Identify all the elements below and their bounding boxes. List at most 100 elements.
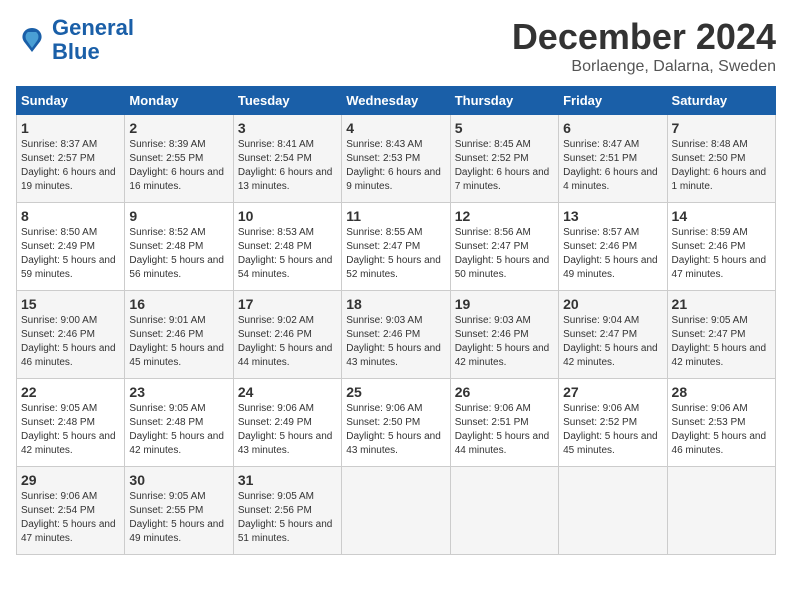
calendar-day-cell: 15 Sunrise: 9:00 AMSunset: 2:46 PMDayligh… — [17, 291, 125, 379]
day-number: 3 — [238, 120, 337, 136]
day-number: 30 — [129, 472, 228, 488]
title-block: December 2024 Borlaenge, Dalarna, Sweden — [512, 16, 776, 76]
calendar-week-row: 1 Sunrise: 8:37 AMSunset: 2:57 PMDaylight… — [17, 115, 776, 203]
day-number: 5 — [455, 120, 554, 136]
day-info: Sunrise: 8:37 AMSunset: 2:57 PMDaylight:… — [21, 138, 120, 194]
calendar-day-cell: 13 Sunrise: 8:57 AMSunset: 2:46 PMDayligh… — [559, 203, 667, 291]
day-number: 13 — [563, 208, 662, 224]
calendar-week-row: 15 Sunrise: 9:00 AMSunset: 2:46 PMDayligh… — [17, 291, 776, 379]
day-number: 16 — [129, 296, 228, 312]
day-info: Sunrise: 8:56 AMSunset: 2:47 PMDaylight:… — [455, 226, 554, 282]
weekday-header: Wednesday — [342, 87, 450, 115]
day-info: Sunrise: 8:55 AMSunset: 2:47 PMDaylight:… — [346, 226, 445, 282]
calendar-day-cell: 11Sunrise: 8:55 AMSunset: 2:47 PMDayligh… — [342, 203, 450, 291]
calendar-day-cell: 9Sunrise: 8:52 AMSunset: 2:48 PMDaylight… — [125, 203, 233, 291]
location: Borlaenge, Dalarna, Sweden — [512, 58, 776, 76]
day-number: 26 — [455, 384, 554, 400]
day-info: Sunrise: 9:06 AMSunset: 2:50 PMDaylight:… — [346, 402, 445, 458]
day-number: 28 — [672, 384, 771, 400]
day-number: 31 — [238, 472, 337, 488]
day-number: 22 — [21, 384, 120, 400]
calendar-day-cell: 20Sunrise: 9:04 AMSunset: 2:47 PMDayligh… — [559, 291, 667, 379]
calendar-day-cell: 19 Sunrise: 9:03 AMSunset: 2:46 PMDayligh… — [450, 291, 558, 379]
calendar-day-cell: 4 Sunrise: 8:43 AMSunset: 2:53 PMDaylight… — [342, 115, 450, 203]
page-header: General Blue December 2024 Borlaenge, Da… — [16, 16, 776, 76]
day-info: Sunrise: 9:06 AMSunset: 2:53 PMDaylight:… — [672, 402, 771, 458]
day-info: Sunrise: 8:43 AMSunset: 2:53 PMDaylight:… — [346, 138, 445, 194]
calendar-day-cell — [667, 467, 775, 555]
day-info: Sunrise: 8:47 AMSunset: 2:51 PMDaylight:… — [563, 138, 662, 194]
calendar-day-cell: 25 Sunrise: 9:06 AMSunset: 2:50 PMDayligh… — [342, 379, 450, 467]
day-info: Sunrise: 9:01 AMSunset: 2:46 PMDaylight:… — [129, 314, 228, 370]
day-info: Sunrise: 8:50 AMSunset: 2:49 PMDaylight:… — [21, 226, 120, 282]
calendar-day-cell: 10Sunrise: 8:53 AMSunset: 2:48 PMDayligh… — [233, 203, 341, 291]
calendar-table: SundayMondayTuesdayWednesdayThursdayFrid… — [16, 86, 776, 555]
day-info: Sunrise: 8:52 AMSunset: 2:48 PMDaylight:… — [129, 226, 228, 282]
calendar-day-cell: 18Sunrise: 9:03 AMSunset: 2:46 PMDayligh… — [342, 291, 450, 379]
calendar-day-cell: 27 Sunrise: 9:06 AMSunset: 2:52 PMDayligh… — [559, 379, 667, 467]
logo: General Blue — [16, 16, 134, 64]
calendar-day-cell: 23 Sunrise: 9:05 AMSunset: 2:48 PMDayligh… — [125, 379, 233, 467]
calendar-day-cell: 12 Sunrise: 8:56 AMSunset: 2:47 PMDayligh… — [450, 203, 558, 291]
calendar-week-row: 8 Sunrise: 8:50 AMSunset: 2:49 PMDaylight… — [17, 203, 776, 291]
calendar-week-row: 22 Sunrise: 9:05 AMSunset: 2:48 PMDayligh… — [17, 379, 776, 467]
day-info: Sunrise: 9:03 AMSunset: 2:46 PMDaylight:… — [346, 314, 445, 370]
day-number: 7 — [672, 120, 771, 136]
day-number: 20 — [563, 296, 662, 312]
calendar-day-cell: 24 Sunrise: 9:06 AMSunset: 2:49 PMDayligh… — [233, 379, 341, 467]
day-number: 12 — [455, 208, 554, 224]
day-number: 27 — [563, 384, 662, 400]
calendar-day-cell: 7 Sunrise: 8:48 AMSunset: 2:50 PMDaylight… — [667, 115, 775, 203]
day-number: 4 — [346, 120, 445, 136]
day-number: 10 — [238, 208, 337, 224]
weekday-header: Sunday — [17, 87, 125, 115]
calendar-day-cell: 2Sunrise: 8:39 AMSunset: 2:55 PMDaylight… — [125, 115, 233, 203]
day-number: 25 — [346, 384, 445, 400]
day-info: Sunrise: 8:48 AMSunset: 2:50 PMDaylight:… — [672, 138, 771, 194]
calendar-day-cell: 16 Sunrise: 9:01 AMSunset: 2:46 PMDayligh… — [125, 291, 233, 379]
day-number: 17 — [238, 296, 337, 312]
calendar-day-cell: 22 Sunrise: 9:05 AMSunset: 2:48 PMDayligh… — [17, 379, 125, 467]
weekday-header: Tuesday — [233, 87, 341, 115]
calendar-day-cell — [342, 467, 450, 555]
day-number: 6 — [563, 120, 662, 136]
day-info: Sunrise: 8:41 AMSunset: 2:54 PMDaylight:… — [238, 138, 337, 194]
day-info: Sunrise: 9:03 AMSunset: 2:46 PMDaylight:… — [455, 314, 554, 370]
calendar-day-cell — [450, 467, 558, 555]
day-info: Sunrise: 9:05 AMSunset: 2:48 PMDaylight:… — [129, 402, 228, 458]
calendar-day-cell: 21Sunrise: 9:05 AMSunset: 2:47 PMDayligh… — [667, 291, 775, 379]
day-info: Sunrise: 9:06 AMSunset: 2:49 PMDaylight:… — [238, 402, 337, 458]
calendar-day-cell: 6 Sunrise: 8:47 AMSunset: 2:51 PMDaylight… — [559, 115, 667, 203]
day-number: 14 — [672, 208, 771, 224]
day-number: 15 — [21, 296, 120, 312]
weekday-header: Thursday — [450, 87, 558, 115]
day-info: Sunrise: 8:57 AMSunset: 2:46 PMDaylight:… — [563, 226, 662, 282]
day-number: 1 — [21, 120, 120, 136]
calendar-day-cell — [559, 467, 667, 555]
weekday-header-row: SundayMondayTuesdayWednesdayThursdayFrid… — [17, 87, 776, 115]
calendar-day-cell: 1 Sunrise: 8:37 AMSunset: 2:57 PMDaylight… — [17, 115, 125, 203]
calendar-day-cell: 26 Sunrise: 9:06 AMSunset: 2:51 PMDayligh… — [450, 379, 558, 467]
weekday-header: Monday — [125, 87, 233, 115]
day-info: Sunrise: 9:06 AMSunset: 2:51 PMDaylight:… — [455, 402, 554, 458]
day-info: Sunrise: 8:39 AMSunset: 2:55 PMDaylight:… — [129, 138, 228, 194]
day-number: 19 — [455, 296, 554, 312]
day-info: Sunrise: 9:05 AMSunset: 2:56 PMDaylight:… — [238, 490, 337, 546]
day-info: Sunrise: 9:06 AMSunset: 2:52 PMDaylight:… — [563, 402, 662, 458]
logo-icon — [16, 24, 48, 56]
day-number: 23 — [129, 384, 228, 400]
day-info: Sunrise: 9:00 AMSunset: 2:46 PMDaylight:… — [21, 314, 120, 370]
month-title: December 2024 — [512, 16, 776, 58]
logo-text: General Blue — [52, 16, 134, 64]
calendar-day-cell: 30 Sunrise: 9:05 AMSunset: 2:55 PMDayligh… — [125, 467, 233, 555]
day-info: Sunrise: 8:45 AMSunset: 2:52 PMDaylight:… — [455, 138, 554, 194]
day-info: Sunrise: 9:05 AMSunset: 2:55 PMDaylight:… — [129, 490, 228, 546]
calendar-day-cell: 5 Sunrise: 8:45 AMSunset: 2:52 PMDaylight… — [450, 115, 558, 203]
day-number: 29 — [21, 472, 120, 488]
day-number: 8 — [21, 208, 120, 224]
day-info: Sunrise: 9:05 AMSunset: 2:48 PMDaylight:… — [21, 402, 120, 458]
day-info: Sunrise: 8:59 AMSunset: 2:46 PMDaylight:… — [672, 226, 771, 282]
day-number: 24 — [238, 384, 337, 400]
calendar-week-row: 29Sunrise: 9:06 AMSunset: 2:54 PMDayligh… — [17, 467, 776, 555]
calendar-day-cell: 31 Sunrise: 9:05 AMSunset: 2:56 PMDayligh… — [233, 467, 341, 555]
